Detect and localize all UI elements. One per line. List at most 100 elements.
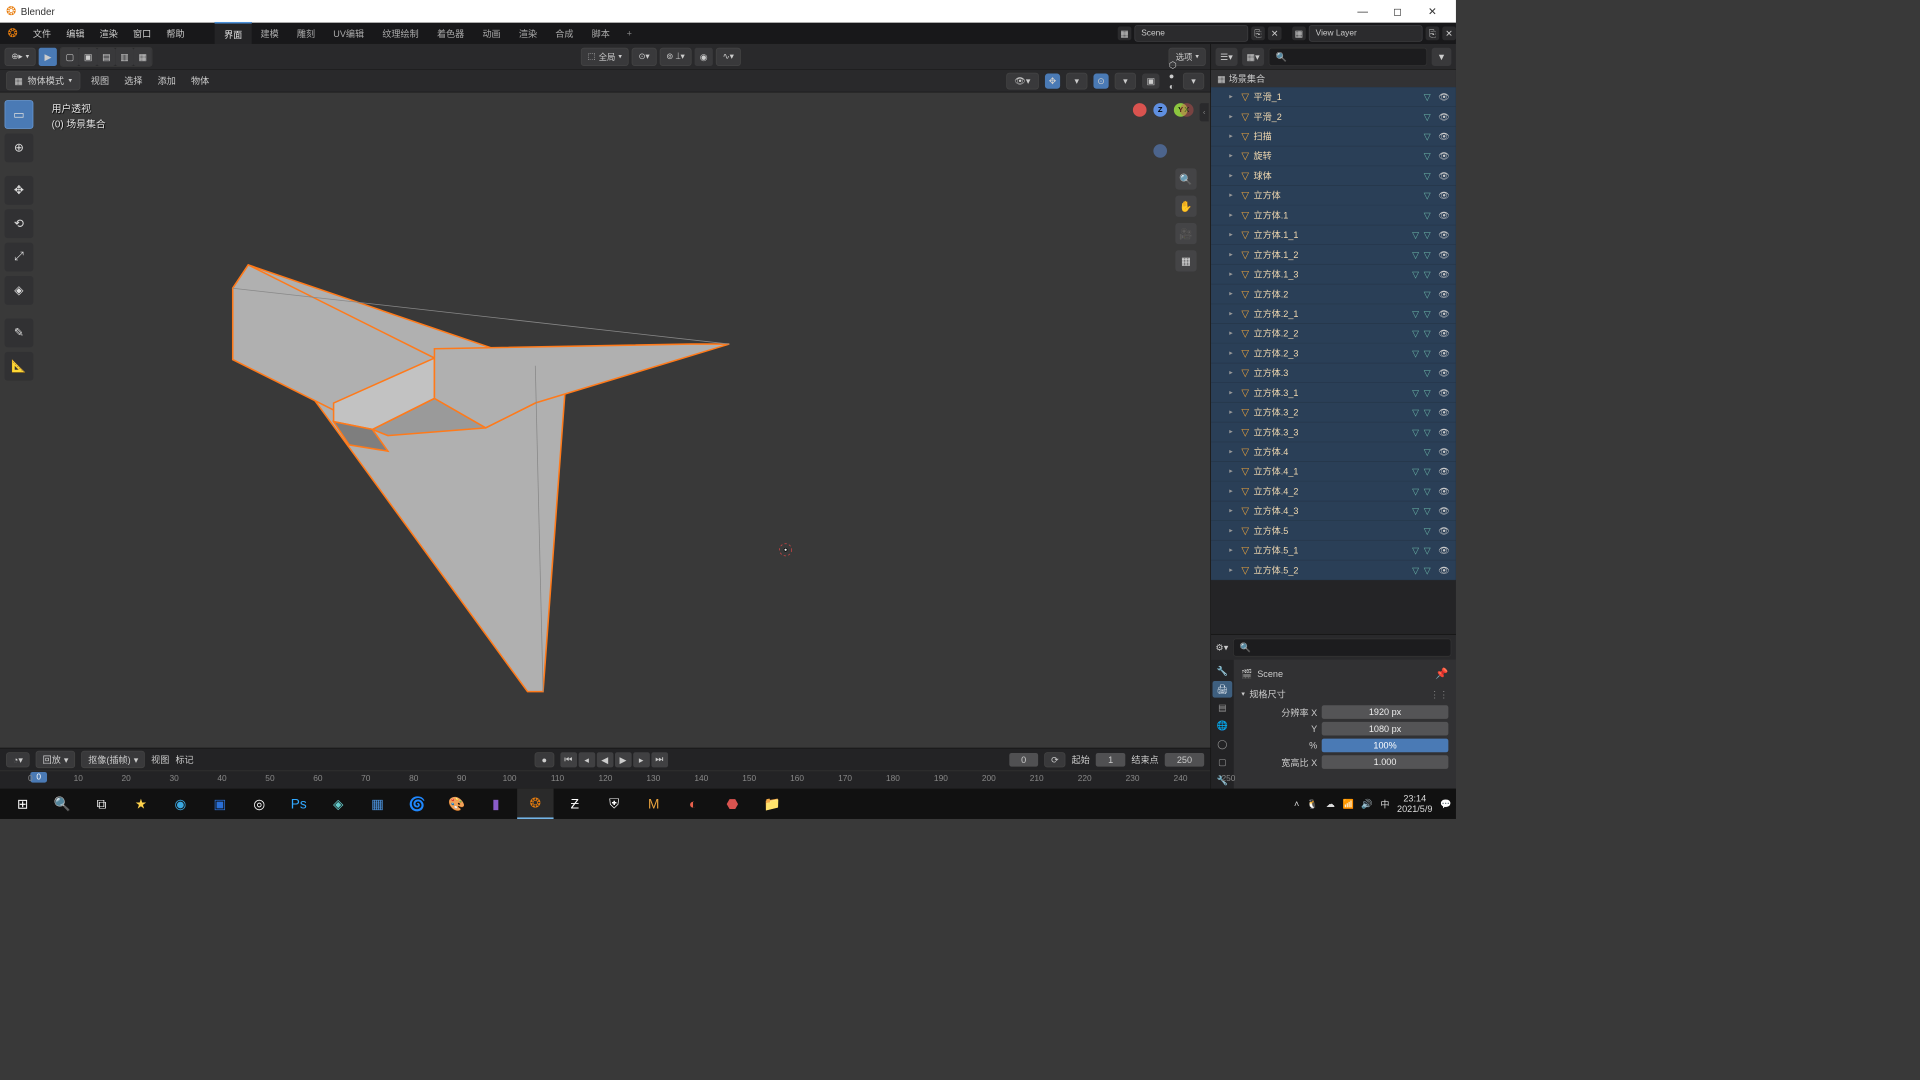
visibility-eye-icon[interactable]: 👁 [1438, 269, 1450, 280]
sel-intersect-button[interactable]: ▦ [134, 47, 152, 65]
editor-type-dropdown[interactable]: ⊕▸ ▾ [5, 47, 36, 65]
properties-search-input[interactable]: 🔍 [1233, 638, 1452, 656]
pin-icon[interactable]: 📌 [1435, 667, 1448, 680]
panel-dimensions-header[interactable]: 规格尺寸 [1249, 688, 1285, 701]
tab-script[interactable]: 脚本 [583, 22, 619, 44]
taskview-button[interactable]: ⧉ [83, 789, 119, 819]
outliner-item[interactable]: ▸▽立方体.4_1▽▽👁 [1211, 462, 1456, 482]
menu-object[interactable]: 物体 [186, 73, 213, 89]
sel-set-button[interactable]: ▢ [61, 47, 79, 65]
outliner-collection-row[interactable]: ▦ 场景集合 [1211, 70, 1456, 87]
jump-end-button[interactable]: ⏭ [651, 752, 668, 767]
taskbar-app-6[interactable]: ◈ [320, 789, 356, 819]
visibility-eye-icon[interactable]: 👁 [1438, 505, 1450, 516]
tool-select-box[interactable]: ▭ [5, 100, 34, 129]
visibility-eye-icon[interactable]: 👁 [1438, 308, 1450, 319]
visibility-dropdown[interactable]: 👁▾ [1006, 72, 1039, 89]
visibility-eye-icon[interactable]: 👁 [1438, 446, 1450, 457]
prop-tab-world[interactable]: ◯ [1213, 736, 1233, 753]
play-button[interactable]: ▶ [615, 752, 632, 767]
outliner-item[interactable]: ▸▽立方体.4▽👁 [1211, 442, 1456, 462]
taskbar-photoshop[interactable]: Ps [281, 789, 317, 819]
visibility-eye-icon[interactable]: 👁 [1438, 229, 1450, 240]
visibility-eye-icon[interactable]: 👁 [1438, 466, 1450, 477]
end-frame-field[interactable]: 250 [1165, 753, 1204, 767]
tab-composite[interactable]: 合成 [546, 22, 582, 44]
taskbar-app-14[interactable]: M [635, 789, 671, 819]
shading-solid-button[interactable]: ● [1169, 70, 1177, 81]
snap-dropdown[interactable]: ⊚ ⟘▾ [659, 47, 691, 65]
window-maximize-button[interactable]: ◻ [1380, 0, 1415, 23]
next-key-button[interactable]: ▸ [633, 752, 650, 767]
prop-tab-render[interactable]: 🔧 [1213, 663, 1233, 680]
visibility-eye-icon[interactable]: 👁 [1438, 427, 1450, 438]
window-minimize-button[interactable]: — [1345, 0, 1380, 23]
outliner-item[interactable]: ▸▽立方体.5_1▽▽👁 [1211, 541, 1456, 561]
tray-ime[interactable]: 中 [1380, 797, 1389, 810]
start-frame-field[interactable]: 1 [1096, 753, 1125, 767]
visibility-eye-icon[interactable]: 👁 [1438, 407, 1450, 418]
taskbar-app-16[interactable]: ⬣ [714, 789, 750, 819]
scene-browse-icon[interactable]: ▦ [1118, 27, 1132, 41]
timeline-marker-menu[interactable]: 标记 [175, 753, 193, 766]
outliner-item[interactable]: ▸▽立方体.2_2▽▽👁 [1211, 324, 1456, 344]
visibility-eye-icon[interactable]: 👁 [1438, 387, 1450, 398]
playhead[interactable]: 0 [30, 772, 47, 783]
tab-uv[interactable]: UV编辑 [324, 22, 373, 44]
viewlayer-browse-icon[interactable]: ▦ [1292, 27, 1306, 41]
pan-icon[interactable]: ✋ [1175, 196, 1196, 217]
prev-key-button[interactable]: ◂ [578, 752, 595, 767]
mode-dropdown[interactable]: ▦ 物体模式 ▾ [6, 71, 80, 90]
sel-subtract-button[interactable]: ▤ [97, 47, 115, 65]
taskbar-app-8[interactable]: 🌀 [399, 789, 435, 819]
viewlayer-name-field[interactable]: View Layer [1309, 25, 1423, 42]
outliner-item[interactable]: ▸▽立方体.1_2▽▽👁 [1211, 245, 1456, 265]
prop-tab-output[interactable]: 🖨 [1213, 681, 1233, 698]
gizmo-options-dropdown[interactable]: ▾ [1066, 72, 1087, 89]
shading-options-dropdown[interactable]: ▾ [1183, 72, 1204, 89]
taskbar-app-1[interactable]: ★ [123, 789, 159, 819]
tool-move[interactable]: ✥ [5, 176, 34, 205]
outliner-item[interactable]: ▸▽立方体▽👁 [1211, 186, 1456, 206]
taskbar-davinci[interactable]: 🎨 [438, 789, 474, 819]
taskbar-blender[interactable]: ❂ [517, 789, 553, 819]
panel-options-icon[interactable]: ⋮⋮ [1430, 689, 1448, 700]
window-close-button[interactable]: ✕ [1415, 0, 1450, 23]
search-button[interactable]: 🔍 [44, 789, 80, 819]
taskbar-obs[interactable]: ◎ [241, 789, 277, 819]
taskbar-app-10[interactable]: ▮ [478, 789, 514, 819]
shading-material-button[interactable]: ◐ [1169, 81, 1177, 92]
viewlayer-unlink-button[interactable]: ✕ [1442, 27, 1456, 41]
resx-field[interactable]: 1920 px [1322, 705, 1449, 719]
menu-select[interactable]: 选择 [120, 73, 147, 89]
visibility-eye-icon[interactable]: 👁 [1438, 170, 1450, 181]
visibility-eye-icon[interactable]: 👁 [1438, 190, 1450, 201]
app-icon[interactable]: ❂ [0, 26, 25, 41]
menu-add[interactable]: 添加 [153, 73, 180, 89]
orientation-dropdown[interactable]: ⬚ 全局 ▾ [581, 47, 629, 65]
prop-tab-viewlayer[interactable]: ▤ [1213, 699, 1233, 716]
sidebar-toggle[interactable]: ‹ [1200, 103, 1209, 121]
sel-invert-button[interactable]: ▥ [115, 47, 133, 65]
visibility-eye-icon[interactable]: 👁 [1438, 545, 1450, 556]
visibility-eye-icon[interactable]: 👁 [1438, 111, 1450, 122]
tab-anim[interactable]: 动画 [473, 22, 509, 44]
taskbar-app-3[interactable]: ▣ [202, 789, 238, 819]
current-frame-field[interactable]: 0 [1009, 753, 1038, 767]
sel-extend-button[interactable]: ▣ [79, 47, 97, 65]
outliner-item[interactable]: ▸▽立方体.2_3▽▽👁 [1211, 344, 1456, 364]
timeline-playback-menu[interactable]: 回放▾ [36, 751, 75, 768]
taskbar-zbrush[interactable]: Ƶ [557, 789, 593, 819]
visibility-eye-icon[interactable]: 👁 [1438, 367, 1450, 378]
menu-window[interactable]: 窗口 [125, 24, 158, 43]
outliner-search-input[interactable]: 🔍 [1269, 47, 1427, 65]
outliner-item[interactable]: ▸▽扫描▽👁 [1211, 127, 1456, 147]
outliner-item[interactable]: ▸▽立方体.1_1▽▽👁 [1211, 225, 1456, 245]
aspect-field[interactable]: 1.000 [1322, 755, 1449, 769]
outliner-item[interactable]: ▸▽球体▽👁 [1211, 166, 1456, 186]
outliner-tree[interactable]: ▦ 场景集合 ▸▽平滑_1▽👁▸▽平滑_2▽👁▸▽扫描▽👁▸▽旋转▽👁▸▽球体▽… [1211, 70, 1456, 634]
timeline-ruler[interactable]: 0 01020304050607080901001101201301401501… [0, 770, 1210, 788]
outliner-display-dropdown[interactable]: ▦▾ [1242, 47, 1264, 65]
outliner-item[interactable]: ▸▽立方体.3_2▽▽👁 [1211, 403, 1456, 423]
tray-qq-icon[interactable]: 🐧 [1307, 798, 1318, 809]
